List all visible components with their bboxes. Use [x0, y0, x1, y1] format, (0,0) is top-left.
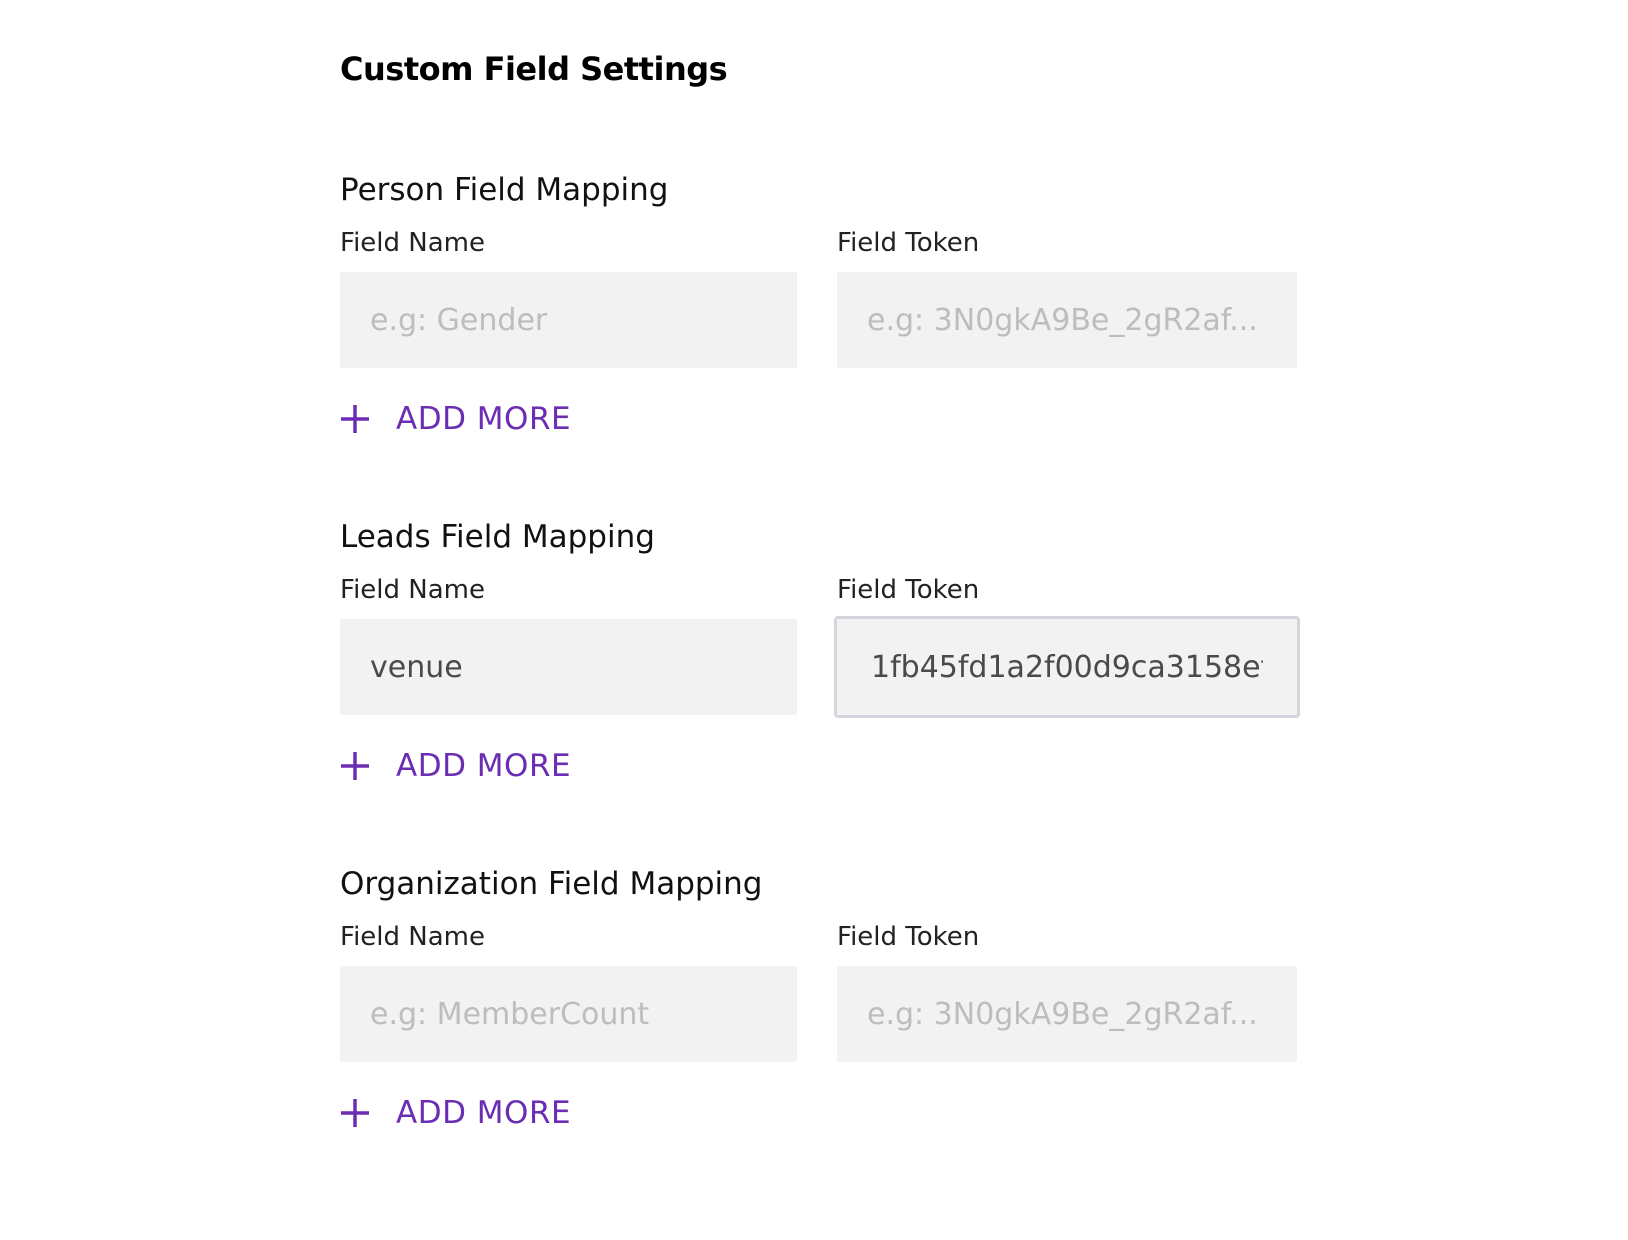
plus-icon [341, 1099, 369, 1127]
field-token-label: Field Token [837, 922, 980, 952]
person-field-token-input[interactable] [837, 272, 1297, 368]
field-name-label: Field Name [340, 575, 485, 605]
organization-field-name-input[interactable] [340, 966, 797, 1062]
leads-field-name-input[interactable] [340, 619, 797, 715]
organization-field-mapping-section: Organization Field Mapping Field Name Fi… [340, 866, 1300, 1196]
organization-add-more-button[interactable]: ADD MORE [340, 1088, 571, 1138]
leads-field-token-input[interactable] [834, 616, 1300, 718]
section-title: Person Field Mapping [340, 172, 669, 208]
person-field-mapping-section: Person Field Mapping Field Name Field To… [340, 172, 1300, 502]
plus-icon [341, 405, 369, 433]
person-field-name-input[interactable] [340, 272, 797, 368]
field-token-label: Field Token [837, 575, 980, 605]
section-title: Organization Field Mapping [340, 866, 763, 902]
person-add-more-button[interactable]: ADD MORE [340, 394, 571, 444]
add-more-label: ADD MORE [396, 748, 572, 784]
page-title: Custom Field Settings [340, 50, 728, 88]
leads-field-mapping-section: Leads Field Mapping Field Name Field Tok… [340, 519, 1300, 849]
plus-icon [341, 752, 369, 780]
section-title: Leads Field Mapping [340, 519, 655, 555]
leads-add-more-button[interactable]: ADD MORE [340, 741, 571, 791]
field-token-label: Field Token [837, 228, 980, 258]
add-more-label: ADD MORE [396, 401, 572, 437]
field-name-label: Field Name [340, 228, 485, 258]
field-name-label: Field Name [340, 922, 485, 952]
add-more-label: ADD MORE [396, 1095, 572, 1131]
organization-field-token-input[interactable] [837, 966, 1297, 1062]
